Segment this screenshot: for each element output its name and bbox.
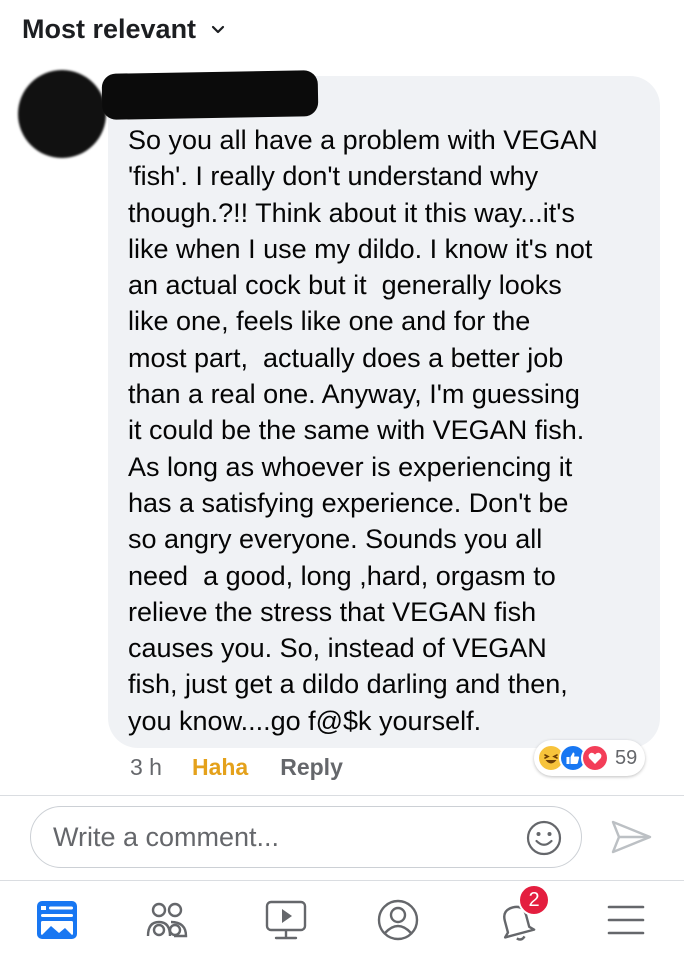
profile-icon bbox=[377, 899, 419, 941]
bottom-tab-bar: 2 bbox=[0, 882, 684, 960]
send-icon[interactable] bbox=[608, 814, 654, 860]
comment-timestamp[interactable]: 3 h bbox=[130, 754, 162, 781]
sort-label: Most relevant bbox=[22, 14, 197, 44]
comment-author-redacted[interactable] bbox=[101, 70, 319, 120]
tab-news-feed[interactable] bbox=[27, 890, 87, 950]
tab-friends[interactable] bbox=[137, 890, 197, 950]
tab-menu[interactable] bbox=[596, 890, 656, 950]
emoji-icon[interactable] bbox=[525, 819, 563, 857]
tab-profile[interactable] bbox=[368, 890, 428, 950]
watch-icon bbox=[265, 900, 307, 940]
comment-text: So you all have a problem with VEGAN 'fi… bbox=[128, 125, 598, 736]
comment-composer bbox=[30, 806, 582, 868]
news-feed-icon bbox=[37, 901, 77, 939]
sort-dropdown[interactable]: Most relevant bbox=[22, 14, 226, 45]
tab-watch[interactable] bbox=[256, 890, 316, 950]
comment-input[interactable] bbox=[53, 807, 513, 867]
love-icon bbox=[581, 744, 609, 772]
reaction-summary[interactable]: 59 bbox=[534, 740, 646, 776]
notification-badge: 2 bbox=[518, 884, 550, 916]
comment-meta: 3 h Haha Reply bbox=[130, 754, 343, 781]
reply-button[interactable]: Reply bbox=[280, 754, 343, 781]
reaction-count: 59 bbox=[615, 746, 638, 769]
divider bbox=[0, 795, 684, 796]
menu-icon bbox=[607, 905, 645, 935]
friends-icon bbox=[146, 902, 188, 938]
tab-notifications[interactable]: 2 bbox=[486, 884, 550, 950]
react-haha-button[interactable]: Haha bbox=[192, 754, 248, 781]
divider bbox=[0, 880, 684, 881]
avatar[interactable] bbox=[18, 70, 106, 158]
chevron-down-icon bbox=[211, 25, 225, 33]
